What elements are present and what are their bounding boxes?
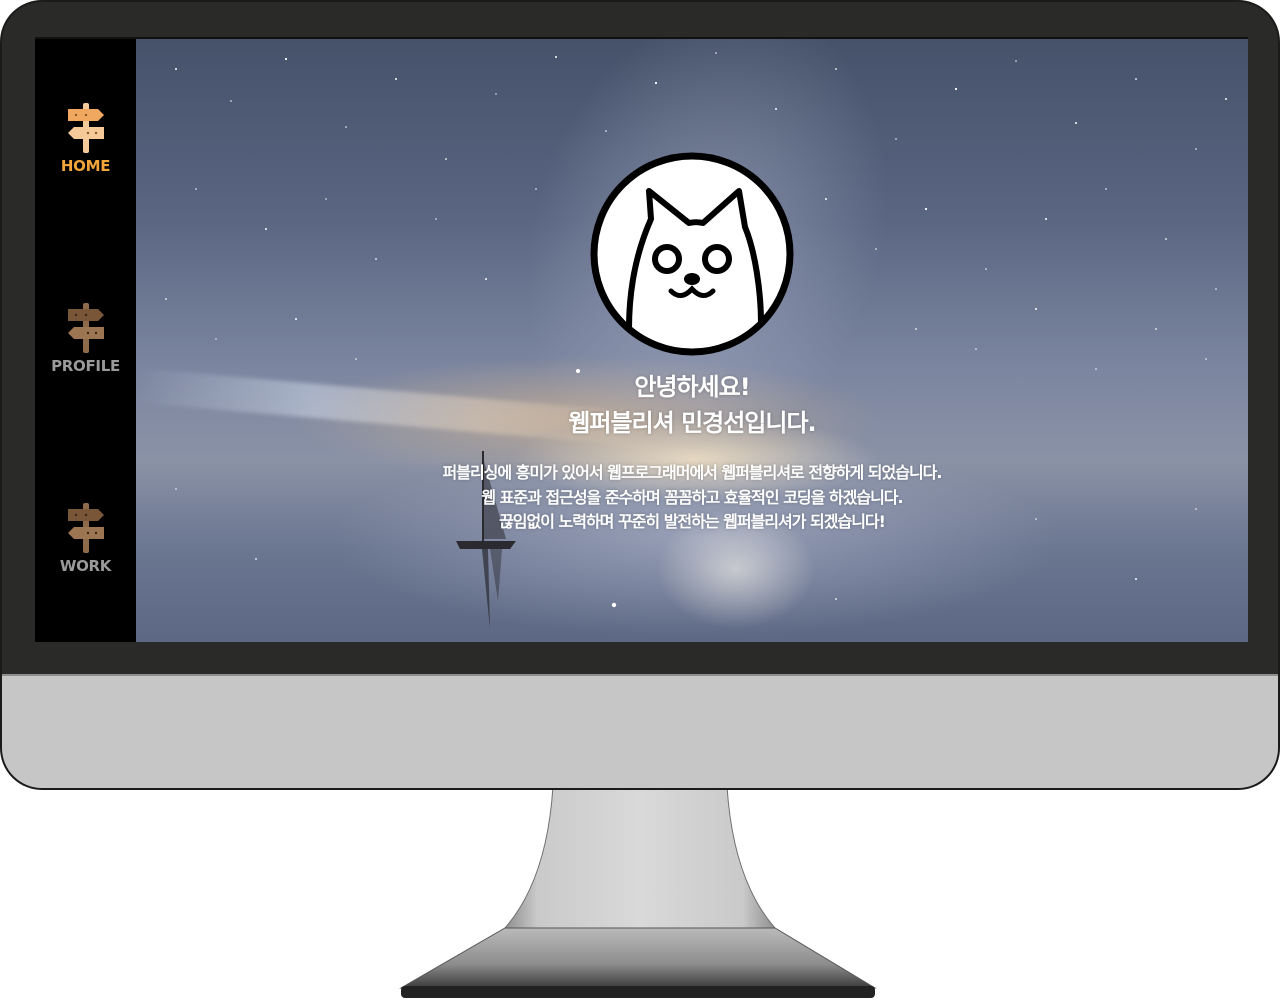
- sidebar-item-profile[interactable]: PROFILE: [35, 301, 136, 401]
- signpost-icon: [67, 303, 104, 353]
- hero-title: 안녕하세요! 웹퍼블리셔 민경선입니다.: [136, 369, 1248, 441]
- monitor-screen: HOME PROFILE WORK 안녕하세요! 웹퍼블리셔 민경선입니다. 퍼…: [35, 37, 1248, 642]
- sidebar-item-label: HOME: [60, 157, 111, 175]
- monitor-bezel: HOME PROFILE WORK 안녕하세요! 웹퍼블리셔 민경선입니다. 퍼…: [0, 0, 1280, 790]
- sidebar-nav: HOME PROFILE WORK: [35, 39, 136, 642]
- hero-description-line: 퍼블리싱에 흥미가 있어서 웹프로그래머에서 웹퍼블리셔로 전향하게 되었습니다…: [442, 463, 943, 482]
- hero-title-line: 웹퍼블리셔 민경선입니다.: [568, 409, 816, 437]
- sidebar-item-work[interactable]: WORK: [35, 501, 136, 601]
- monitor-chin: [2, 674, 1278, 788]
- hero-title-line: 안녕하세요!: [634, 373, 750, 401]
- sidebar-item-label: PROFILE: [51, 357, 120, 375]
- sidebar-item-label: WORK: [59, 557, 112, 575]
- hero-description-line: 끊임없이 노력하며 꾸준히 발전하는 웹퍼블리셔가 되겠습니다!: [499, 512, 886, 531]
- signpost-icon: [67, 503, 104, 553]
- sidebar-item-home[interactable]: HOME: [35, 101, 136, 201]
- hero-description-line: 웹 표준과 접근성을 준수하며 꼼꼼하고 효율적인 코딩을 하겠습니다.: [481, 487, 903, 507]
- hero-section: 안녕하세요! 웹퍼블리셔 민경선입니다. 퍼블리싱에 흥미가 있어서 웹프로그래…: [136, 39, 1248, 642]
- cat-face-icon: [590, 152, 794, 356]
- signpost-icon: [67, 103, 104, 153]
- hero-description: 퍼블리싱에 흥미가 있어서 웹프로그래머에서 웹퍼블리셔로 전향하게 되었습니다…: [136, 461, 1248, 535]
- monitor-mockup: HOME PROFILE WORK 안녕하세요! 웹퍼블리셔 민경선입니다. 퍼…: [0, 0, 1280, 1000]
